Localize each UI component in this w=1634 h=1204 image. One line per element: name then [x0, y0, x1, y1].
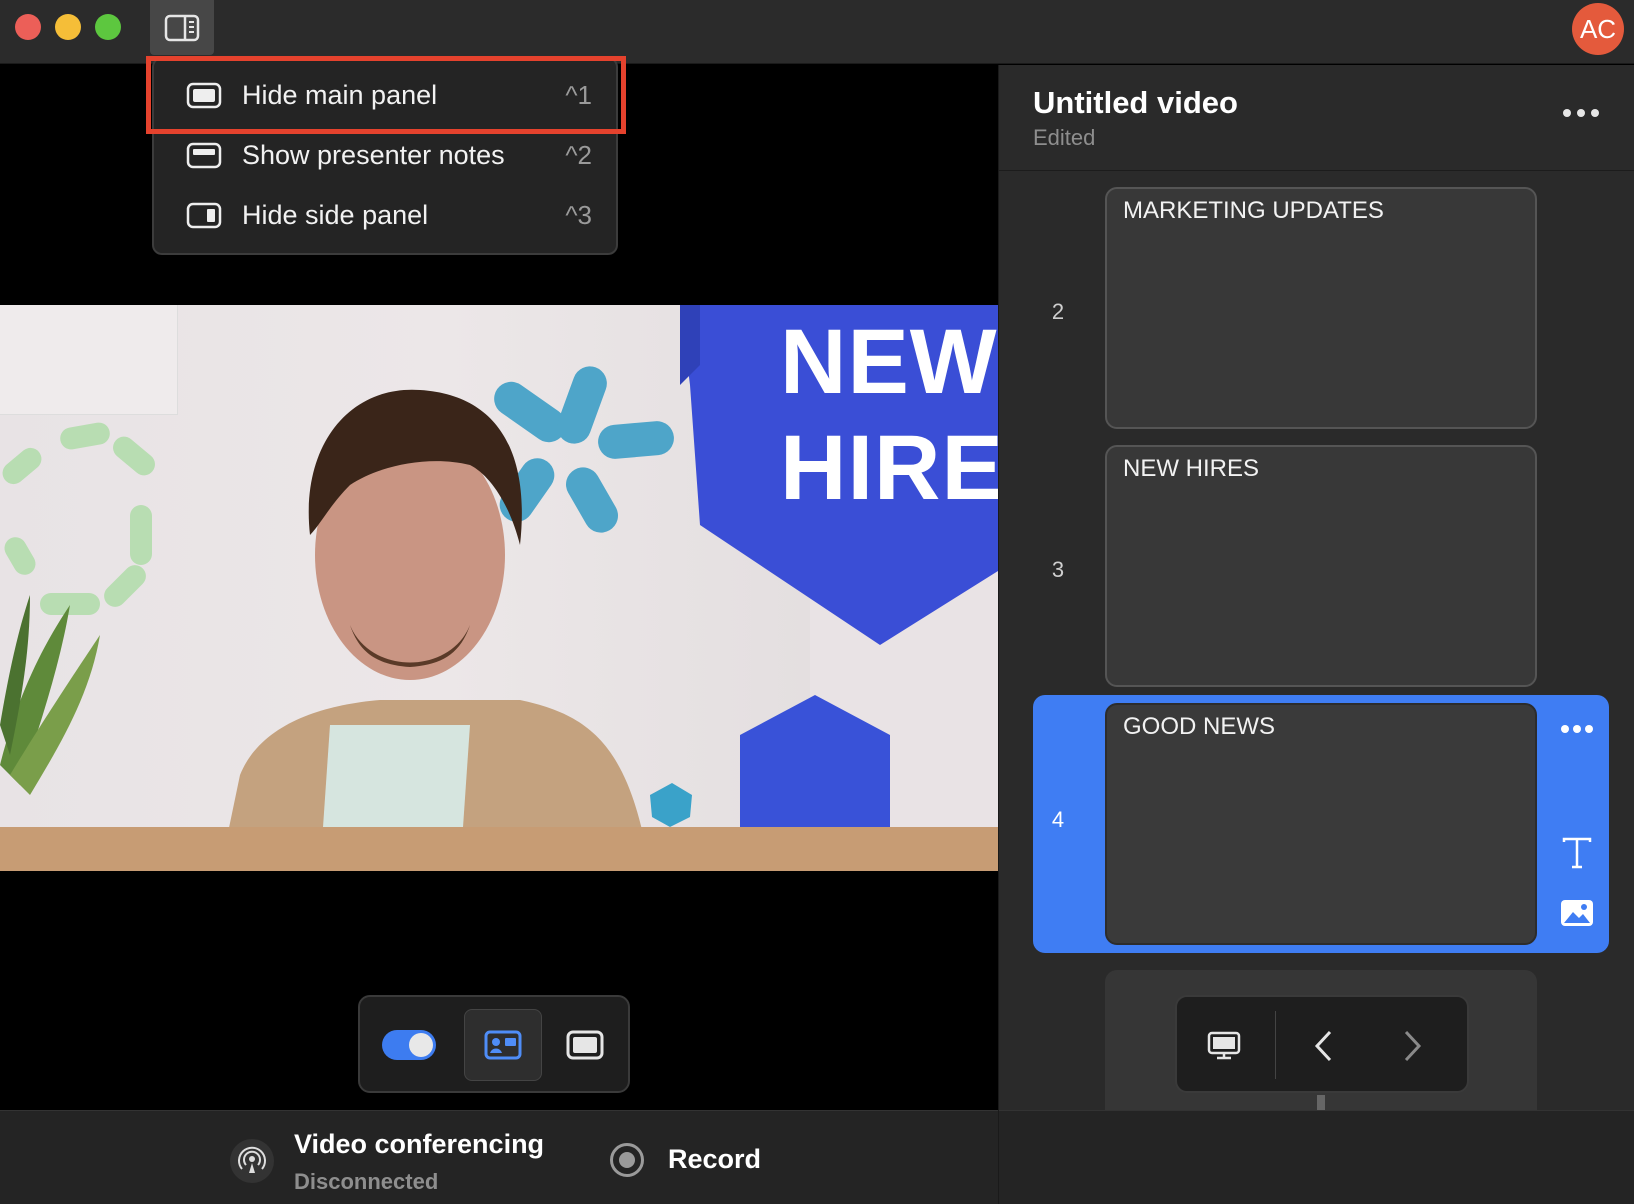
- slide-number: 2: [1051, 299, 1065, 324]
- zoom-window-button[interactable]: [95, 14, 121, 40]
- slide-row[interactable]: 2 MARKETING UPDATES: [1033, 187, 1609, 445]
- slide-title: NEW HIRES: [1123, 455, 1260, 482]
- side-panel: Untitled video Edited 2 MARKETING UPDATE…: [998, 65, 1634, 1204]
- camera-toggle[interactable]: [382, 1030, 436, 1060]
- slide-banner-text: NEW HIRES: [780, 311, 998, 519]
- slide-thumbnail[interactable]: NEW HIRES: [1105, 445, 1537, 687]
- record-dot: [619, 1152, 635, 1168]
- shelf: [0, 827, 998, 871]
- side-panel-icon: [186, 202, 222, 229]
- presenter-layout-button[interactable]: [464, 1009, 542, 1081]
- divider: [1275, 1011, 1276, 1079]
- slide-only-button[interactable]: [546, 1009, 624, 1081]
- video-conferencing-status: Disconnected: [294, 1169, 439, 1194]
- menu-item-shortcut: ^2: [565, 139, 592, 170]
- slide-title: GOOD NEWS: [1123, 713, 1276, 740]
- toggle-knob: [409, 1033, 433, 1057]
- bottom-bar: Video conferencing Disconnected Record: [0, 1110, 998, 1204]
- menu-item-label: Show presenter notes: [242, 139, 505, 170]
- presenter-notes-icon: [186, 142, 222, 169]
- record-icon[interactable]: [610, 1143, 644, 1177]
- slide-title: MARKETING UPDATES: [1123, 197, 1384, 224]
- record-button[interactable]: Record: [668, 1144, 761, 1175]
- menu-item-shortcut: ^3: [565, 199, 592, 230]
- slide-only-icon: [566, 1030, 604, 1060]
- slide-navigation-bar: [1175, 995, 1469, 1093]
- minimize-window-button[interactable]: [55, 14, 81, 40]
- video-conferencing-title[interactable]: Video conferencing: [294, 1129, 544, 1160]
- title-bar: AC: [0, 0, 1634, 64]
- view-menu-button[interactable]: [150, 0, 214, 55]
- layout-toolbar: [358, 995, 630, 1093]
- side-panel-footer: [999, 1110, 1634, 1204]
- menu-item-label: Hide side panel: [242, 199, 429, 230]
- next-slide-button[interactable]: [1377, 1011, 1447, 1081]
- user-avatar[interactable]: AC: [1572, 3, 1624, 55]
- menu-item-show-presenter-notes[interactable]: Show presenter notes ^2: [154, 125, 616, 185]
- chevron-right-icon: [1404, 1030, 1422, 1062]
- slide-more-button[interactable]: [1561, 725, 1593, 735]
- slide-number: 3: [1051, 557, 1065, 582]
- close-window-button[interactable]: [15, 14, 41, 40]
- text-tool-icon[interactable]: [1557, 833, 1597, 873]
- presenter-layout-icon: [484, 1030, 522, 1060]
- panels-icon: [164, 14, 200, 41]
- side-panel-header: Untitled video Edited: [999, 65, 1634, 171]
- chevron-left-icon: [1314, 1030, 1332, 1062]
- present-button[interactable]: [1189, 1011, 1259, 1081]
- document-title[interactable]: Untitled video: [1033, 85, 1238, 121]
- camera-preview: NEW HIRES: [0, 305, 998, 871]
- slide-row-selected[interactable]: 4 GOOD NEWS: [1033, 695, 1609, 953]
- monitor-icon: [1207, 1031, 1241, 1060]
- video-conferencing-icon[interactable]: [230, 1139, 274, 1183]
- slide-thumbnail[interactable]: MARKETING UPDATES: [1105, 187, 1537, 429]
- slide-tools: [1553, 695, 1601, 953]
- slide-thumbnail[interactable]: GOOD NEWS: [1105, 703, 1537, 945]
- menu-item-hide-side-panel[interactable]: Hide side panel ^3: [154, 185, 616, 245]
- previous-slide-button[interactable]: [1289, 1011, 1359, 1081]
- image-tool-icon[interactable]: [1559, 898, 1595, 928]
- slide-number: 4: [1051, 807, 1065, 832]
- scroll-handle[interactable]: [1317, 1095, 1325, 1111]
- more-options-button[interactable]: [1563, 103, 1599, 123]
- slide-row[interactable]: 3 NEW HIRES: [1033, 445, 1609, 703]
- highlight-annotation: [146, 56, 626, 134]
- document-status: Edited: [1033, 125, 1096, 150]
